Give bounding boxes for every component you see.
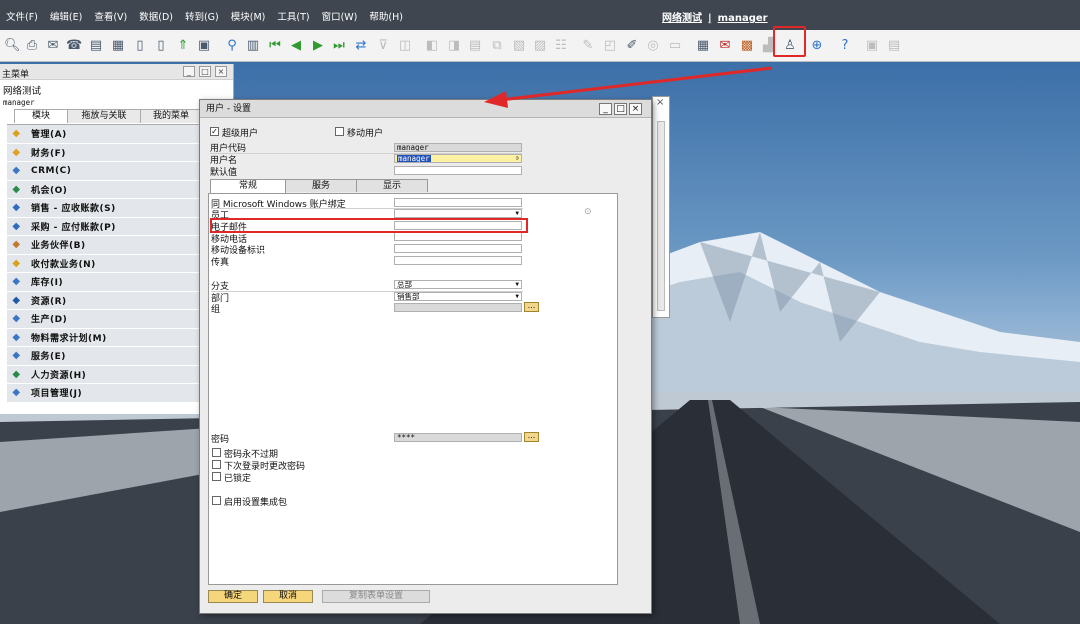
tab-modules[interactable]: 模块 (14, 109, 68, 123)
arrow-head (484, 91, 508, 108)
annotation-arrow (484, 66, 773, 108)
tab-general[interactable]: 常规 (210, 179, 286, 193)
arrow-shaft (499, 66, 773, 102)
